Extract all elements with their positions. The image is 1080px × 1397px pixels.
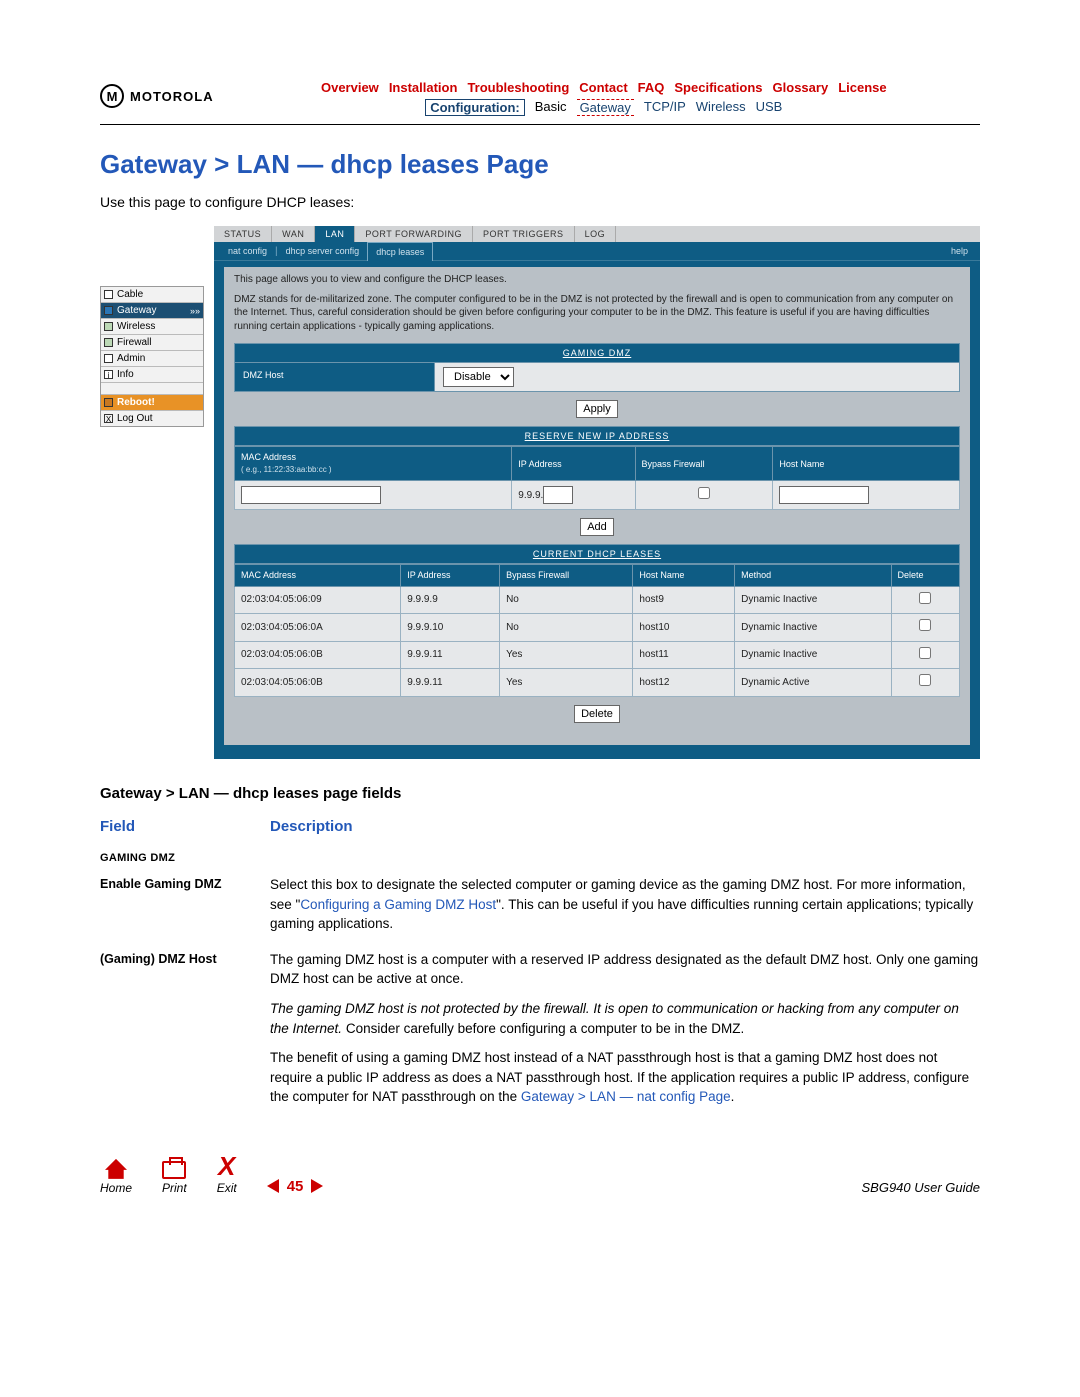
- nav-overview[interactable]: Overview: [321, 80, 379, 95]
- sidebar-item-cable[interactable]: Cable: [101, 287, 203, 303]
- exit-button[interactable]: XExit: [217, 1153, 237, 1195]
- nav-license[interactable]: License: [838, 80, 886, 95]
- tab-wan[interactable]: WAN: [272, 226, 315, 242]
- ft-enable-gaming-desc: Select this box to designate the selecte…: [270, 875, 980, 950]
- subtab-nat-config[interactable]: nat config: [220, 242, 275, 260]
- table-row: 02:03:04:05:06:0A9.9.9.10Nohost10Dynamic…: [235, 614, 960, 642]
- dmz-host-select[interactable]: Disable: [443, 367, 514, 387]
- subnav-tcpip[interactable]: TCP/IP: [644, 99, 686, 116]
- brand-logo: M MOTOROLA: [100, 84, 214, 108]
- page-title: Gateway > LAN — dhcp leases Page: [100, 149, 980, 180]
- subnav-gateway[interactable]: Gateway: [577, 99, 634, 116]
- table-row: 02:03:04:05:06:0B9.9.9.11Yeshost11Dynami…: [235, 641, 960, 669]
- tab-log[interactable]: LOG: [575, 226, 617, 242]
- subnav-wireless[interactable]: Wireless: [696, 99, 746, 116]
- link-nat-config-page[interactable]: Gateway > LAN — nat config Page: [521, 1089, 731, 1104]
- chevron-right-icon: »»: [190, 306, 200, 316]
- subtab-dhcp-leases[interactable]: dhcp leases: [367, 242, 433, 261]
- primary-nav: Overview Installation Troubleshooting Co…: [228, 80, 980, 95]
- print-icon: [162, 1161, 186, 1179]
- subnav-basic[interactable]: Basic: [535, 99, 567, 116]
- ft-section-gaming: GAMING DMZ: [100, 851, 980, 867]
- sidebar-item-gateway[interactable]: Gateway»»: [101, 303, 203, 319]
- fields-heading: Gateway > LAN — dhcp leases page fields: [100, 785, 980, 802]
- panel-desc-2: DMZ stands for de-militarized zone. The …: [234, 293, 960, 334]
- sidebar-item-firewall[interactable]: Firewall: [101, 335, 203, 351]
- home-button[interactable]: Home: [100, 1159, 132, 1195]
- home-icon: [105, 1159, 127, 1179]
- ft-enable-gaming-label: Enable Gaming DMZ: [100, 875, 270, 950]
- delete-button[interactable]: Delete: [574, 705, 620, 723]
- page-navigator: 45: [267, 1178, 324, 1195]
- add-button[interactable]: Add: [580, 518, 614, 536]
- delete-checkbox[interactable]: [919, 647, 931, 659]
- help-link[interactable]: help: [945, 242, 974, 260]
- reserve-col-mac: MAC Address( e.g., 11:22:33:aa:bb:cc ): [235, 447, 512, 481]
- reserve-bypass-checkbox[interactable]: [698, 487, 710, 499]
- sidebar-logout[interactable]: XLog Out: [101, 411, 203, 426]
- section-current-leases: CURRENT DHCP LEASES: [234, 544, 960, 564]
- sidebar-spacer: [101, 383, 203, 395]
- field-table: Field Description GAMING DMZ Enable Gami…: [100, 816, 980, 1123]
- motorola-icon: M: [100, 84, 124, 108]
- col-field: Field: [100, 816, 270, 846]
- sidebar: Cable Gateway»» Wireless Firewall Admin …: [100, 286, 204, 427]
- next-page-button[interactable]: [311, 1179, 323, 1193]
- dmz-host-label: DMZ Host: [235, 363, 435, 391]
- table-row: 02:03:04:05:06:099.9.9.9Nohost9Dynamic I…: [235, 586, 960, 614]
- sidebar-item-wireless[interactable]: Wireless: [101, 319, 203, 335]
- delete-checkbox[interactable]: [919, 674, 931, 686]
- config-panel: STATUS WAN LAN PORT FORWARDING PORT TRIG…: [214, 226, 980, 759]
- tab-port-forwarding[interactable]: PORT FORWARDING: [355, 226, 473, 242]
- config-subnav: Configuration: Basic Gateway TCP/IP Wire…: [228, 99, 980, 116]
- intro-text: Use this page to configure DHCP leases:: [100, 194, 980, 210]
- ft-dmz-host-label: (Gaming) DMZ Host: [100, 950, 270, 1123]
- divider: [100, 124, 980, 125]
- tab-lan[interactable]: LAN: [315, 226, 355, 242]
- leases-table: MAC Address IP Address Bypass Firewall H…: [234, 564, 960, 696]
- col-description: Description: [270, 816, 980, 846]
- exit-icon: X: [217, 1153, 237, 1179]
- panel-tabs: STATUS WAN LAN PORT FORWARDING PORT TRIG…: [214, 226, 980, 242]
- apply-button[interactable]: Apply: [576, 400, 618, 418]
- print-button[interactable]: Print: [162, 1161, 187, 1195]
- nav-contact[interactable]: Contact: [579, 80, 627, 95]
- tab-status[interactable]: STATUS: [214, 226, 272, 242]
- sidebar-item-admin[interactable]: Admin: [101, 351, 203, 367]
- nav-specifications[interactable]: Specifications: [674, 80, 762, 95]
- page-number: 45: [287, 1178, 304, 1195]
- reserve-mac-input[interactable]: [241, 486, 381, 504]
- reserve-col-host: Host Name: [773, 447, 960, 481]
- guide-name: SBG940 User Guide: [861, 1180, 980, 1195]
- nav-faq[interactable]: FAQ: [638, 80, 665, 95]
- subtab-dhcp-server[interactable]: dhcp server config: [278, 242, 368, 260]
- brand-text: MOTOROLA: [130, 89, 214, 104]
- reserve-ip-input[interactable]: [543, 486, 573, 504]
- nav-glossary[interactable]: Glossary: [773, 80, 829, 95]
- reserve-ip-table: MAC Address( e.g., 11:22:33:aa:bb:cc ) I…: [234, 446, 960, 510]
- prev-page-button[interactable]: [267, 1179, 279, 1193]
- sidebar-reboot[interactable]: Reboot!: [101, 395, 203, 411]
- reserve-host-input[interactable]: [779, 486, 869, 504]
- section-gaming-dmz: GAMING DMZ: [234, 343, 960, 363]
- nav-troubleshooting[interactable]: Troubleshooting: [467, 80, 569, 95]
- nav-installation[interactable]: Installation: [389, 80, 458, 95]
- table-row: 02:03:04:05:06:0B9.9.9.11Yeshost12Dynami…: [235, 669, 960, 697]
- delete-checkbox[interactable]: [919, 592, 931, 604]
- reserve-col-ip: IP Address: [512, 447, 635, 481]
- config-label: Configuration:: [425, 99, 525, 116]
- delete-checkbox[interactable]: [919, 619, 931, 631]
- reserve-col-bypass: Bypass Firewall: [635, 447, 773, 481]
- section-reserve-ip: RESERVE NEW IP ADDRESS: [234, 426, 960, 446]
- subnav-usb[interactable]: USB: [756, 99, 783, 116]
- panel-subtabs: nat config | dhcp server config dhcp lea…: [214, 242, 980, 261]
- tab-port-triggers[interactable]: PORT TRIGGERS: [473, 226, 575, 242]
- sidebar-item-info[interactable]: iInfo: [101, 367, 203, 383]
- panel-body: This page allows you to view and configu…: [224, 267, 970, 745]
- ft-dmz-host-desc: The gaming DMZ host is a computer with a…: [270, 950, 980, 1123]
- link-configuring-dmz[interactable]: Configuring a Gaming DMZ Host: [300, 897, 496, 912]
- panel-desc-1: This page allows you to view and configu…: [234, 273, 960, 287]
- top-bar: M MOTOROLA Overview Installation Trouble…: [100, 80, 980, 116]
- page-footer: Home Print XExit 45 SBG940 User Guide: [100, 1153, 980, 1195]
